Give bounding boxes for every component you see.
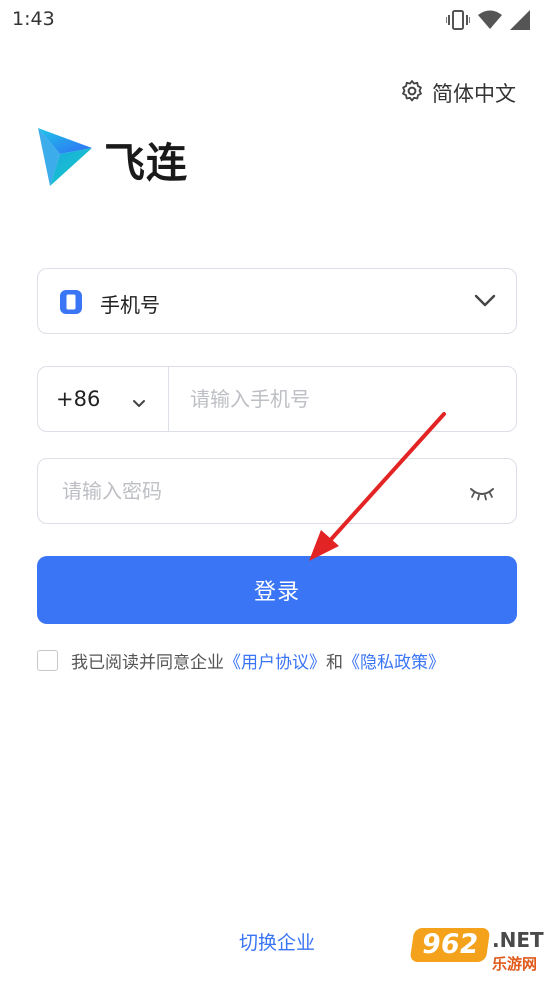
country-code-select[interactable]: +86 — [38, 367, 169, 431]
phone-icon — [60, 290, 82, 318]
login-button[interactable]: 登录 — [37, 556, 517, 624]
chevron-down-icon — [132, 394, 146, 413]
phone-field: +86 — [37, 366, 517, 432]
eye-closed-icon[interactable] — [470, 486, 494, 505]
language-switch[interactable]: 简体中文 — [400, 78, 516, 108]
phone-input[interactable] — [170, 367, 516, 431]
agreement-row: 我已阅读并同意企业《用户协议》和《隐私政策》 — [37, 648, 445, 673]
watermark-domain: .NET — [492, 928, 544, 952]
agreement-checkbox[interactable] — [37, 650, 58, 671]
login-type-label: 手机号 — [100, 293, 160, 317]
password-field — [37, 458, 517, 524]
vibrate-icon — [445, 9, 471, 35]
signal-icon — [510, 10, 530, 34]
country-code-value: +86 — [56, 387, 101, 411]
agreement-prefix: 我已阅读并同意企业 — [71, 653, 224, 673]
brand-logo: 飞连 — [36, 126, 188, 192]
agreement-text: 我已阅读并同意企业《用户协议》和《隐私政策》 — [71, 648, 445, 673]
status-icons — [445, 9, 530, 35]
agreement-conjunction: 和 — [326, 653, 343, 673]
brand-name: 飞连 — [104, 139, 188, 187]
password-input[interactable] — [38, 459, 458, 523]
chevron-down-icon — [474, 293, 496, 312]
status-time: 1:43 — [12, 8, 55, 30]
paper-plane-logo-icon — [36, 126, 94, 192]
watermark-site-name: 乐游网 — [492, 955, 538, 973]
status-bar: 1:43 — [0, 0, 554, 40]
watermark-badge: 962 — [409, 928, 491, 962]
site-watermark: 962 .NET 乐游网 — [409, 926, 548, 976]
gear-icon — [400, 79, 424, 107]
login-type-select[interactable]: 手机号 — [37, 268, 517, 334]
language-label: 简体中文 — [432, 82, 516, 106]
privacy-policy-link[interactable]: 《隐私政策》 — [343, 653, 445, 673]
wifi-icon — [478, 10, 502, 34]
user-agreement-link[interactable]: 《用户协议》 — [224, 653, 326, 673]
